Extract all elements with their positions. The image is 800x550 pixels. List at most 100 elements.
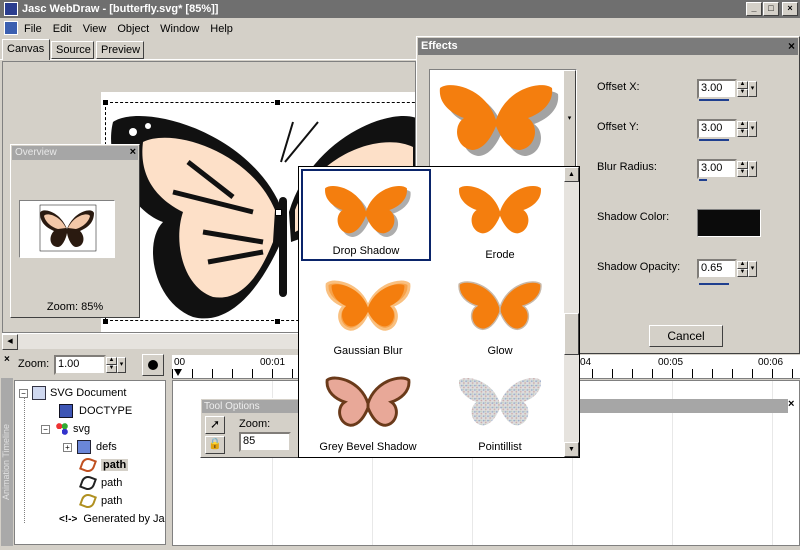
overview-preview[interactable] (19, 200, 115, 258)
tab-source[interactable]: Source (51, 41, 94, 59)
blur-radius-spinner[interactable]: ▲ ▼ (737, 161, 748, 177)
blur-radius-dropdown[interactable]: ▾ (748, 161, 757, 177)
preset-grey-bevel-shadow[interactable]: Grey Bevel Shadow (303, 363, 433, 455)
offset-x-slider[interactable] (699, 99, 729, 101)
shadow-color-swatch[interactable] (697, 209, 761, 237)
tree-item-defs[interactable]: + defs (63, 438, 117, 456)
tab-preview[interactable]: Preview (96, 41, 144, 59)
gallery-scroll-thumb[interactable] (564, 313, 579, 355)
tool-zoom-label: Zoom: (239, 418, 271, 430)
timeline-close-icon[interactable]: × (4, 354, 10, 365)
tool-options-close-icon[interactable]: × (788, 398, 794, 410)
collapse-icon[interactable]: − (19, 388, 28, 398)
tool-options-panel: Tool Options ➚ 🔒 Zoom: 85 (200, 398, 302, 458)
preset-drop-shadow[interactable]: Drop Shadow (301, 169, 431, 261)
offset-y-input[interactable]: 3.00 (697, 119, 737, 139)
overview-zoom-label: Zoom: 85% (46, 301, 104, 313)
preset-pointillist[interactable]: Pointillist (435, 363, 565, 455)
tree-item-path[interactable]: path (79, 492, 123, 510)
tree-item-label: defs (96, 441, 117, 453)
offset-x-spinner[interactable]: ▲ ▼ (737, 81, 748, 97)
tree-item-label: Generated by Ja (83, 513, 165, 525)
overview-close-icon[interactable]: × (130, 146, 136, 158)
timeline-zoom-label: Zoom: (18, 358, 50, 370)
minimize-button[interactable]: _ (746, 2, 762, 16)
tree-item-comment[interactable]: <!-> Generated by Ja (59, 510, 165, 528)
gallery-scroll-down[interactable]: ▼ (564, 442, 579, 457)
menu-file[interactable]: File (24, 23, 42, 35)
gallery-scroll-up[interactable]: ▲ (564, 167, 579, 182)
tree-item-label: path (101, 495, 123, 507)
tree-item-svg[interactable]: − svg (41, 420, 90, 438)
menu-window[interactable]: Window (160, 23, 199, 35)
document-tree[interactable]: − SVG Document DOCTYPE − svg + defs path… (14, 380, 166, 545)
cancel-button[interactable]: Cancel (649, 325, 723, 347)
tool-options-title-extension (578, 399, 788, 413)
svg-element-icon (55, 422, 69, 436)
tool-options-title-bar: Tool Options (202, 400, 300, 413)
offset-y-slider[interactable] (699, 139, 729, 141)
tree-item-path[interactable]: path (79, 474, 123, 492)
overview-panel: Overview × Zoom: 85% (10, 144, 140, 318)
scroll-left-button[interactable]: ◀ (2, 334, 18, 350)
expand-icon[interactable]: + (63, 442, 72, 452)
select-tool-button[interactable]: ➚ (205, 416, 225, 434)
ruler-label: 00:05 (658, 357, 684, 368)
tab-bar: Canvas Source Preview (0, 39, 420, 60)
timeline-zoom-dropdown[interactable]: ▾ (117, 357, 126, 373)
preset-erode[interactable]: Erode (435, 171, 565, 263)
path-icon (79, 474, 97, 492)
blur-radius-input[interactable]: 3.00 (697, 159, 737, 179)
collapse-icon[interactable]: − (41, 424, 50, 434)
document-icon[interactable] (4, 21, 18, 35)
effects-title-bar: Effects (418, 38, 798, 55)
preset-label: Gaussian Blur (333, 345, 403, 357)
tree-item-doctype[interactable]: DOCTYPE (59, 402, 132, 420)
menu-view[interactable]: View (83, 23, 107, 35)
preset-label: Pointillist (478, 441, 522, 453)
preset-gaussian-blur[interactable]: Gaussian Blur (303, 267, 433, 359)
timeline-zoom-spinner[interactable]: ▲ ▼ (106, 357, 117, 373)
app-title-bar: Jasc WebDraw - [butterfly.svg* [85%]] (0, 0, 800, 18)
tree-item-label: path (101, 477, 123, 489)
ruler-label: 00 (174, 357, 186, 368)
shadow-opacity-dropdown[interactable]: ▾ (748, 261, 757, 277)
offset-y-dropdown[interactable]: ▾ (748, 121, 757, 137)
offset-y-spinner[interactable]: ▲ ▼ (737, 121, 748, 137)
menu-object[interactable]: Object (117, 23, 149, 35)
close-button[interactable]: × (782, 2, 798, 16)
erode-butterfly (459, 186, 541, 234)
offset-x-input[interactable]: 3.00 (697, 79, 737, 99)
overview-title-bar: Overview (12, 146, 138, 160)
timeline-zoom-input[interactable]: 1.00 (54, 355, 106, 375)
comment-icon: <!-> (59, 513, 78, 525)
tree-item-svg-document[interactable]: − SVG Document (19, 384, 126, 402)
offset-x-dropdown[interactable]: ▾ (748, 81, 757, 97)
doctype-icon (59, 404, 73, 418)
defs-icon (77, 440, 91, 454)
pan-tool-button[interactable]: 🔒 (205, 436, 225, 454)
tab-canvas[interactable]: Canvas (2, 39, 50, 60)
effect-gallery[interactable]: Drop Shadow Erode Gaussian Blur Glow Gre… (298, 166, 580, 458)
tree-item-label: DOCTYPE (79, 405, 133, 417)
gallery-scrollbar[interactable]: ▲ ▼ (564, 167, 579, 457)
menu-edit[interactable]: Edit (53, 23, 72, 35)
shadow-opacity-input[interactable]: 0.65 (697, 259, 737, 279)
playhead-marker[interactable] (174, 369, 182, 376)
menu-help[interactable]: Help (210, 23, 233, 35)
app-icon (4, 2, 18, 16)
record-button[interactable] (142, 354, 164, 376)
tree-item-path-selected[interactable]: path (79, 456, 129, 474)
record-icon (148, 360, 158, 370)
blur-radius-slider[interactable] (699, 179, 707, 181)
effect-preview-combo[interactable] (429, 69, 577, 169)
preset-glow[interactable]: Glow (435, 267, 565, 359)
ruler-label: 00:06 (758, 357, 784, 368)
tool-options-title: Tool Options (204, 401, 260, 412)
maximize-button[interactable]: □ (763, 2, 779, 16)
tool-zoom-input[interactable]: 85 (239, 432, 291, 452)
effect-preview-dropdown-button[interactable]: ▾ (563, 70, 576, 168)
shadow-opacity-slider[interactable] (699, 283, 729, 285)
effects-close-icon[interactable]: × (788, 39, 795, 53)
shadow-opacity-spinner[interactable]: ▲ ▼ (737, 261, 748, 277)
